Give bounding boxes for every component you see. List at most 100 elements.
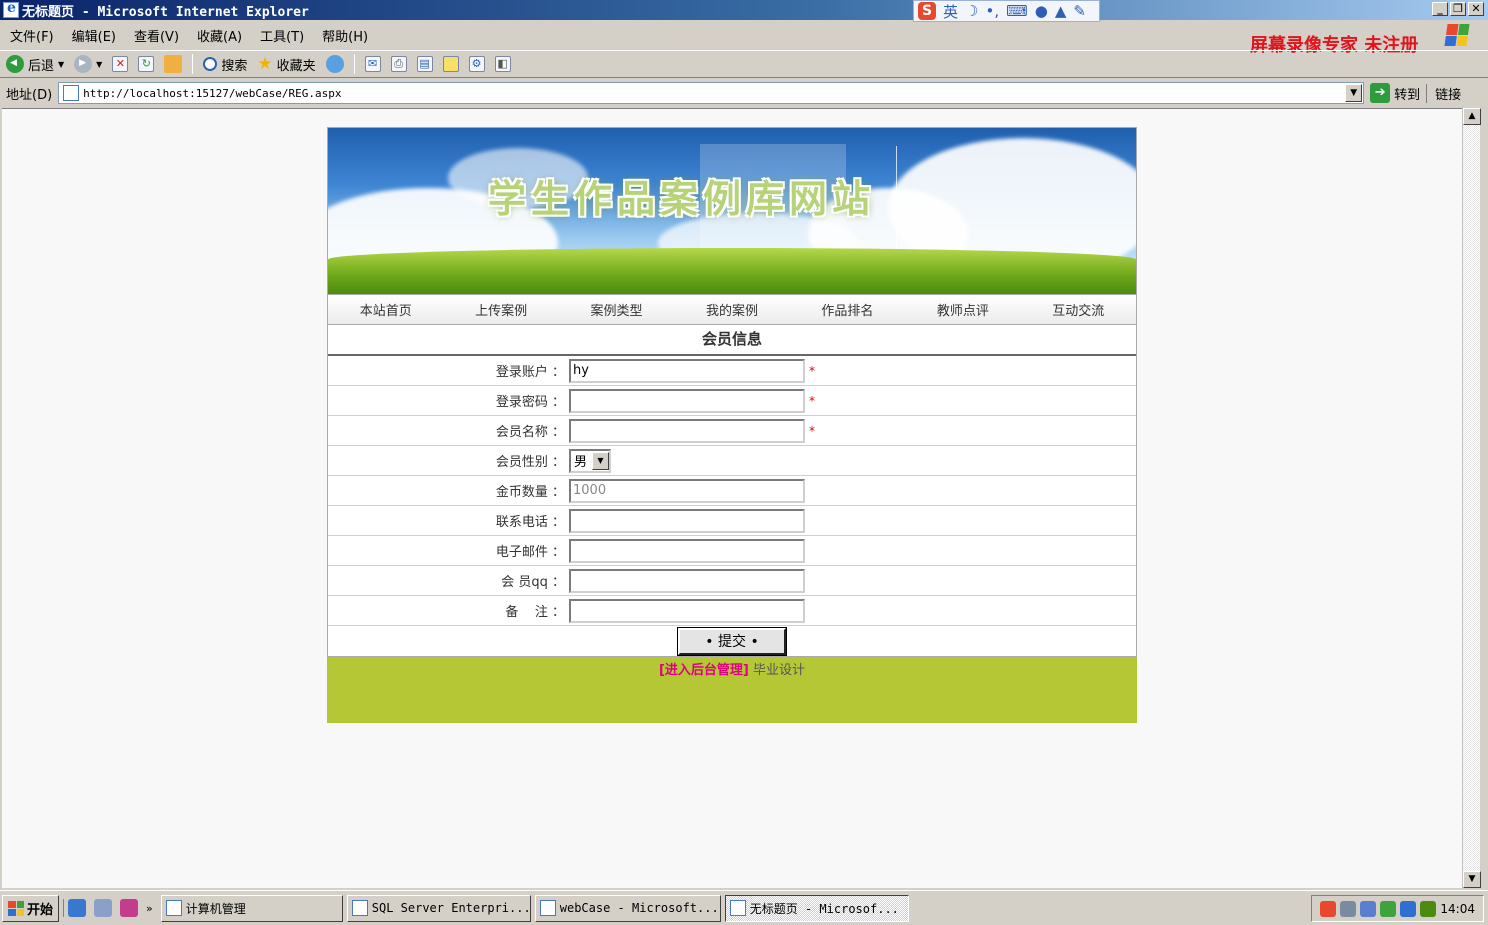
menu-tools[interactable]: 工具(T) [260,26,304,45]
mail-icon[interactable]: ✉ [364,56,381,72]
messenger-icon[interactable]: ⚙ [468,56,485,72]
print-icon[interactable]: ⎙ [390,56,407,72]
password-label: 登录密码 ： [495,395,565,410]
nav-interaction[interactable]: 互动交流 [1021,300,1136,319]
desktop-quicklaunch-icon[interactable] [94,899,113,917]
footer-text: 毕业设计 [753,663,806,678]
quicklaunch-more-icon[interactable]: » [146,902,153,915]
start-label: 开始 [27,902,54,918]
form-row-gender: 会员性别 ： 男 ▼ [328,446,1136,476]
moon-icon[interactable]: ☽ [965,2,978,20]
clock[interactable]: 14:04 [1440,902,1475,916]
history-icon[interactable] [325,55,344,73]
menu-file[interactable]: 文件(F) [10,26,54,45]
account-input[interactable] [569,358,805,383]
coins-input[interactable] [569,478,805,503]
forward-button[interactable]: ▼ [74,55,102,73]
task-computer-management[interactable]: 计算机管理 [160,894,343,922]
home-icon[interactable] [164,55,183,73]
forward-dropdown-icon[interactable]: ▼ [96,60,102,69]
nav-upload-case[interactable]: 上传案例 [443,300,558,319]
chevron-down-icon[interactable]: ▼ [592,451,609,470]
research-icon[interactable]: ◧ [494,56,511,72]
stop-icon[interactable]: ✕ [112,56,129,72]
favorites-button[interactable]: ★ 收藏夹 [257,55,315,74]
user-icon[interactable]: ● [1035,2,1048,20]
nav-teacher-reviews[interactable]: 教师点评 [905,300,1020,319]
form-row-coins: 金币数量 ： [328,476,1136,506]
go-arrow-icon: ➔ [1370,83,1391,103]
security-tray-icon[interactable] [1400,900,1417,917]
nav-home[interactable]: 本站首页 [328,300,443,319]
ime-toolbar[interactable]: S 英 ☽ •, ⌨ ● ▲ ✎ [913,0,1100,22]
menu-help[interactable]: 帮助(H) [322,26,368,45]
account-label: 登录账户 ： [495,365,565,380]
member-name-label: 会员名称 ： [495,425,565,440]
back-dropdown-icon[interactable]: ▼ [58,60,64,69]
ie-quicklaunch-icon[interactable] [68,899,87,917]
close-button[interactable]: ✕ [1468,2,1484,16]
form-row-email: 电子邮件 ： [328,536,1136,566]
password-input[interactable] [569,388,805,413]
phone-input[interactable] [569,508,805,533]
menu-edit[interactable]: 编辑(E) [72,26,116,45]
member-name-input[interactable] [569,418,805,443]
address-input[interactable]: http://localhost:15127/webCase/REG.aspx … [58,82,1365,104]
form-row-submit: • 提交 • [328,626,1136,656]
nav-case-types[interactable]: 案例类型 [559,300,674,319]
menu-favorites[interactable]: 收藏(A) [197,26,242,45]
minimize-button[interactable]: _ [1432,2,1448,16]
search-button[interactable]: 搜索 [203,55,247,74]
visual-studio-icon [539,900,556,916]
vertical-scrollbar[interactable]: ▲ ▼ [1462,108,1481,888]
task-sql-server[interactable]: SQL Server Enterpri... [346,894,531,922]
restore-button[interactable]: ❐ [1450,2,1466,16]
keyboard-icon[interactable]: ⌨ [1006,2,1028,20]
go-button[interactable]: ➔ 转到 [1370,83,1420,103]
server-tray-icon[interactable] [1420,900,1437,917]
links-button[interactable]: 链接 [1426,83,1461,103]
refresh-icon[interactable]: ↻ [138,56,155,72]
sogou-tray-icon[interactable] [1320,900,1337,917]
window-title: 无标题页 - Microsoft Internet Explorer [22,4,309,20]
email-input[interactable] [569,538,805,563]
edit-icon[interactable]: ▤ [416,56,433,72]
required-marker: * [809,363,815,378]
remarks-input[interactable] [569,598,805,623]
gender-select[interactable]: 男 ▼ [569,448,611,473]
back-label: 后退 [28,58,55,74]
display-tray-icon[interactable] [1340,900,1357,917]
phone-label: 联系电话 ： [495,515,565,530]
start-button[interactable]: 开始 [2,894,60,922]
menu-view[interactable]: 查看(V) [134,26,179,45]
taskbar: 开始 » 计算机管理 SQL Server Enterpri... webCas… [0,890,1488,925]
site-footer: [进入后台管理] 毕业设计 [327,657,1137,723]
discuss-icon[interactable] [442,56,459,72]
scroll-up-icon[interactable]: ▲ [1463,108,1481,125]
submit-button[interactable]: • 提交 • [677,626,787,656]
banner-grass [328,248,1136,294]
qq-input[interactable] [569,568,805,593]
qq-label: 会 员qq ： [501,575,565,590]
ime-lang-toggle[interactable]: 英 [943,1,958,22]
back-button[interactable]: 后退 ▼ [6,55,64,74]
required-marker: * [809,423,815,438]
coins-label: 金币数量 ： [495,485,565,500]
wrench-icon[interactable]: ✎ [1073,2,1086,20]
nav-rankings[interactable]: 作品排名 [790,300,905,319]
skin-icon[interactable]: ▲ [1055,2,1067,20]
volume-tray-icon[interactable] [1380,900,1397,917]
network-tray-icon[interactable] [1360,900,1377,917]
form-heading: 会员信息 [328,325,1136,356]
admin-link[interactable]: [进入后台管理] [659,663,749,678]
task-ie-untitled[interactable]: 无标题页 - Microsof... [724,894,909,922]
star-icon: ★ [257,54,273,74]
nav-my-cases[interactable]: 我的案例 [674,300,789,319]
favorites-label: 收藏夹 [276,58,316,74]
address-dropdown-icon[interactable]: ▼ [1345,84,1363,102]
task-webcase[interactable]: webCase - Microsoft... [534,894,721,922]
app-quicklaunch-icon[interactable] [120,899,139,917]
punctuation-icon[interactable]: •, [985,2,999,20]
address-url[interactable]: http://localhost:15127/webCase/REG.aspx [83,87,341,100]
scroll-down-icon[interactable]: ▼ [1463,871,1481,888]
